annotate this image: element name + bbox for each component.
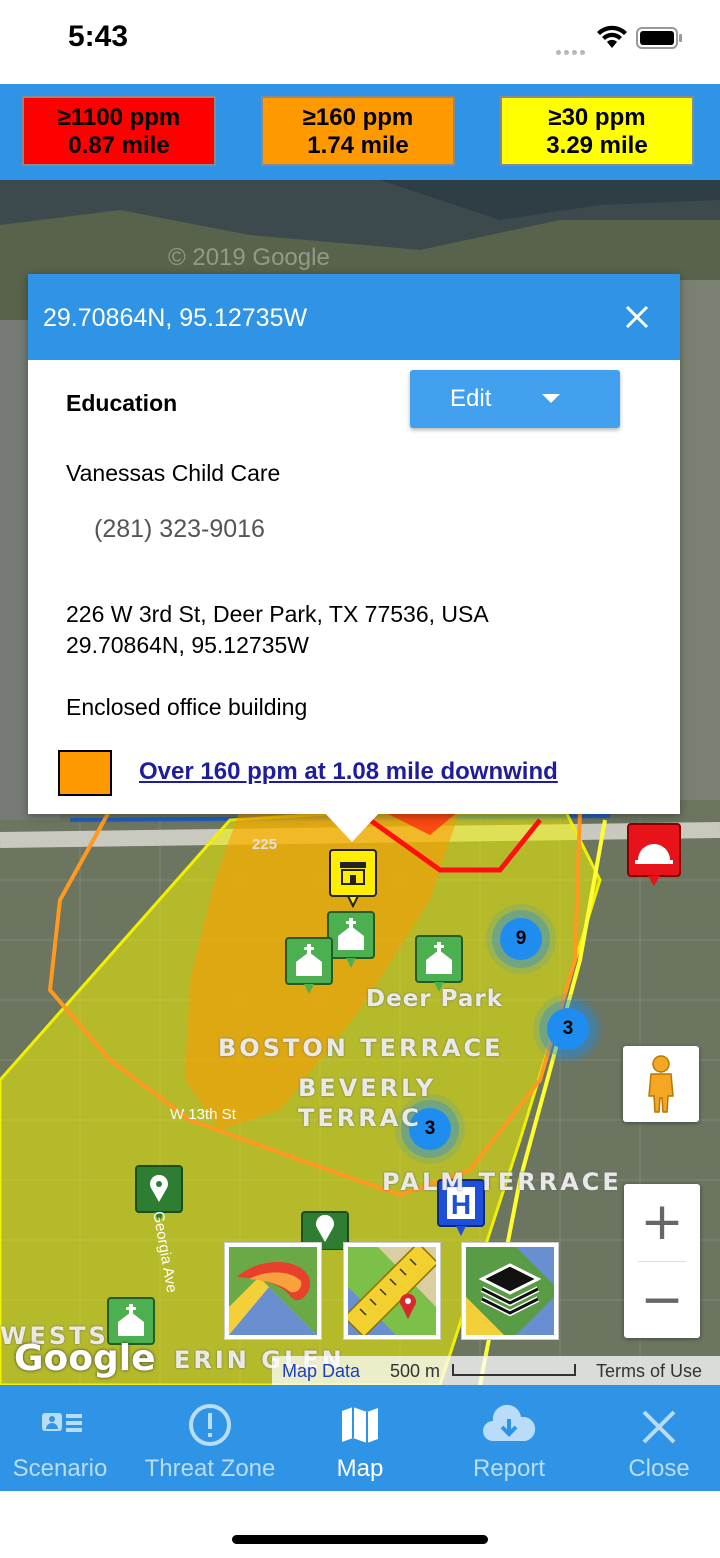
map-attribution-bar: Map Data 500 m Terms of Use: [272, 1356, 720, 1385]
map-cluster-marker[interactable]: 3: [547, 1008, 589, 1050]
bottom-tab-bar: Scenario Threat Zone Map Report Close: [0, 1385, 720, 1491]
close-popup-icon[interactable]: [622, 302, 652, 332]
map-label-palm-terrace: PALM TERRACE: [382, 1168, 622, 1196]
close-icon: [642, 1410, 676, 1444]
tab-threat-zone[interactable]: Threat Zone: [138, 1385, 282, 1491]
downwind-threat-link[interactable]: Over 160 ppm at 1.08 mile downwind: [139, 758, 558, 786]
tab-map[interactable]: Map: [288, 1385, 432, 1491]
zoom-in-button[interactable]: +: [624, 1184, 700, 1260]
terms-of-use-link[interactable]: Terms of Use: [596, 1356, 702, 1385]
tab-scenario[interactable]: Scenario: [0, 1385, 132, 1491]
threat-plume-icon: [229, 1247, 317, 1335]
orange-zone-distance: 1.74 mile: [307, 132, 409, 159]
facility-name: Vanessas Child Care: [66, 460, 281, 486]
battery-icon: [636, 27, 682, 49]
tab-close[interactable]: Close: [587, 1385, 720, 1491]
measure-map-icon: [348, 1247, 436, 1335]
status-bar: 5:43: [0, 0, 720, 84]
pegman-icon: [648, 1055, 674, 1113]
layers-tool-button[interactable]: [461, 1242, 559, 1340]
scenario-card-icon: [42, 1413, 82, 1432]
map-label-terrace: TERRAC: [298, 1104, 422, 1132]
home-indicator[interactable]: [232, 1535, 488, 1544]
edit-dropdown-button[interactable]: Edit: [410, 370, 620, 428]
tab-threat-zone-label: Threat Zone: [144, 1455, 276, 1482]
fire-department-pin-icon[interactable]: [626, 822, 682, 888]
zoom-control: + −: [624, 1184, 700, 1338]
threat-zone-header: ≥1100 ppm 0.87 mile ≥160 ppm 1.74 mile ≥…: [0, 84, 720, 180]
cellular-signal-icon: [556, 42, 588, 60]
scale-label: 500 m: [390, 1361, 441, 1381]
red-zone-distance: 0.87 mile: [68, 132, 170, 159]
popup-title: 29.70864N, 95.12735W: [43, 304, 308, 332]
street-label-w13th: W 13th St: [170, 1106, 236, 1123]
yellow-zone-distance: 3.29 mile: [546, 132, 648, 159]
tab-report-label: Report: [472, 1455, 546, 1482]
red-zone-ppm: ≥1100 ppm: [57, 104, 181, 131]
home-bar-area: [0, 1491, 720, 1558]
threat-level-swatch: [58, 750, 112, 796]
map-cluster-marker[interactable]: 9: [500, 918, 542, 960]
wifi-icon: [597, 25, 627, 48]
zoom-out-button[interactable]: −: [624, 1262, 700, 1338]
orange-zone-ppm: ≥160 ppm: [302, 104, 414, 131]
google-logo: Google: [14, 1338, 156, 1379]
edit-button-label: Edit: [450, 385, 492, 412]
coordinates: 29.70864N, 95.12735W: [66, 632, 309, 658]
phone-number[interactable]: (281) 323-9016: [94, 515, 265, 544]
school-pin-icon[interactable]: [328, 848, 378, 908]
orange-threat-zone-box[interactable]: ≥160 ppm 1.74 mile: [261, 96, 455, 166]
popup-pointer: [324, 812, 380, 842]
chevron-down-icon: [542, 394, 560, 403]
tab-report[interactable]: Report: [437, 1385, 581, 1491]
yellow-threat-zone-box[interactable]: ≥30 ppm 3.29 mile: [500, 96, 694, 166]
cloud-download-icon: [483, 1404, 536, 1441]
tab-map-label: Map: [336, 1455, 384, 1482]
map-label-beverly: BEVERLY: [298, 1074, 437, 1102]
yellow-zone-ppm: ≥30 ppm: [548, 104, 646, 131]
tab-close-label: Close: [628, 1455, 690, 1482]
map-watermark: © 2019 Google: [168, 244, 330, 271]
category-label: Education: [66, 390, 178, 416]
building-type: Enclosed office building: [66, 694, 308, 720]
status-time: 5:43: [68, 20, 129, 53]
location-info-popup: 29.70864N, 95.12735W Education Edit Vane…: [28, 274, 680, 814]
map-icon: [342, 1407, 378, 1443]
scale-bar: [452, 1364, 576, 1376]
map-label-deer-park: Deer Park: [366, 986, 504, 1012]
address: 226 W 3rd St, Deer Park, TX 77536, USA: [66, 601, 489, 627]
map-data-link[interactable]: Map Data: [282, 1356, 360, 1385]
street-view-button[interactable]: [623, 1046, 699, 1122]
layers-icon: [466, 1247, 554, 1335]
threat-plume-tool-button[interactable]: [224, 1242, 322, 1340]
alert-circle-icon: [189, 1404, 231, 1446]
church-pin-icon[interactable]: [284, 936, 334, 998]
tab-scenario-label: Scenario: [12, 1455, 108, 1482]
measure-tool-button[interactable]: [343, 1242, 441, 1340]
map-label-boston-terrace: BOSTON TERRACE: [218, 1034, 504, 1062]
red-threat-zone-box[interactable]: ≥1100 ppm 0.87 mile: [22, 96, 216, 166]
popup-header: 29.70864N, 95.12735W: [28, 274, 680, 360]
highway-225-shield: 225: [252, 836, 278, 853]
